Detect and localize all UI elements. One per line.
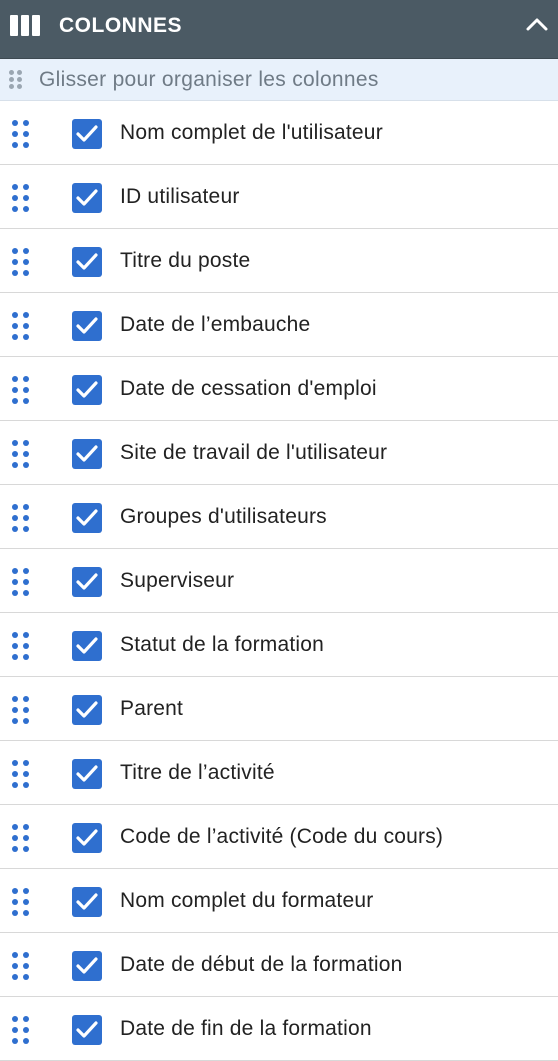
column-checkbox[interactable] — [72, 119, 102, 149]
drag-handle-icon[interactable] — [12, 952, 30, 980]
column-checkbox[interactable] — [72, 439, 102, 469]
checkmark-icon — [76, 509, 98, 526]
panel-header[interactable]: COLONNES — [0, 0, 558, 59]
drag-handle-icon[interactable] — [12, 504, 30, 532]
checkmark-icon — [76, 637, 98, 654]
column-checkbox[interactable] — [72, 247, 102, 277]
column-checkbox[interactable] — [72, 951, 102, 981]
drag-handle-icon[interactable] — [12, 184, 30, 212]
column-checkbox[interactable] — [72, 759, 102, 789]
collapse-button[interactable] — [524, 12, 550, 38]
drag-handle-icon[interactable] — [12, 248, 30, 276]
checkmark-icon — [76, 317, 98, 334]
checkmark-icon — [76, 189, 98, 206]
drag-handle-icon[interactable] — [12, 696, 30, 724]
checkmark-icon — [76, 765, 98, 782]
checkmark-icon — [76, 1021, 98, 1038]
column-item[interactable]: Superviseur — [0, 549, 558, 613]
column-checkbox[interactable] — [72, 183, 102, 213]
column-item[interactable]: Date de cessation d'emploi — [0, 357, 558, 421]
column-checkbox[interactable] — [72, 823, 102, 853]
checkmark-icon — [76, 125, 98, 142]
drag-handle-icon[interactable] — [12, 376, 30, 404]
column-label: Date de fin de la formation — [120, 1017, 372, 1040]
drag-handle-icon[interactable] — [12, 888, 30, 916]
column-label: Date de cessation d'emploi — [120, 377, 377, 400]
column-label: Titre de l’activité — [120, 761, 275, 784]
columns-panel: COLONNES Glisser pour organiser les colo… — [0, 0, 558, 1061]
column-label: Code de l’activité (Code du cours) — [120, 825, 444, 848]
drag-handle-icon[interactable] — [12, 824, 30, 852]
column-item[interactable]: Site de travail de l'utilisateur — [0, 421, 558, 485]
column-item[interactable]: Date de l’embauche — [0, 293, 558, 357]
checkmark-icon — [76, 381, 98, 398]
drag-handle-icon[interactable] — [12, 1016, 30, 1044]
column-label: Date de l’embauche — [120, 313, 311, 336]
column-label: Nom complet de l'utilisateur — [120, 121, 383, 144]
drag-handle-icon[interactable] — [12, 632, 30, 660]
checkmark-icon — [76, 701, 98, 718]
column-item[interactable]: Nom complet du formateur — [0, 869, 558, 933]
column-label: Parent — [120, 697, 184, 720]
column-item[interactable]: Statut de la formation — [0, 613, 558, 677]
column-item[interactable]: Parent — [0, 677, 558, 741]
column-checkbox[interactable] — [72, 631, 102, 661]
column-label: Date de début de la formation — [120, 953, 403, 976]
column-item[interactable]: Nom complet de l'utilisateur — [0, 101, 558, 165]
checkmark-icon — [76, 253, 98, 270]
column-item[interactable]: Date de début de la formation — [0, 933, 558, 997]
column-item[interactable]: Date de fin de la formation — [0, 997, 558, 1061]
drag-handle-icon[interactable] — [12, 568, 30, 596]
column-label: Titre du poste — [120, 249, 251, 272]
column-item[interactable]: Titre de l’activité — [0, 741, 558, 805]
drag-handle-icon[interactable] — [12, 760, 30, 788]
column-checkbox[interactable] — [72, 503, 102, 533]
column-label: Superviseur — [120, 569, 235, 592]
column-checkbox[interactable] — [72, 695, 102, 725]
chevron-up-icon — [526, 18, 548, 31]
column-item[interactable]: Code de l’activité (Code du cours) — [0, 805, 558, 869]
column-label: Groupes d'utilisateurs — [120, 505, 327, 528]
column-label: Site de travail de l'utilisateur — [120, 441, 388, 464]
column-label: Nom complet du formateur — [120, 889, 374, 912]
column-item[interactable]: Titre du poste — [0, 229, 558, 293]
drag-grip-icon — [9, 70, 23, 90]
column-checkbox[interactable] — [72, 1015, 102, 1045]
column-checkbox[interactable] — [72, 567, 102, 597]
column-checkbox[interactable] — [72, 375, 102, 405]
drag-handle-icon[interactable] — [12, 312, 30, 340]
checkmark-icon — [76, 893, 98, 910]
column-checkbox[interactable] — [72, 887, 102, 917]
checkmark-icon — [76, 829, 98, 846]
column-item[interactable]: Groupes d'utilisateurs — [0, 485, 558, 549]
drag-hint-text: Glisser pour organiser les colonnes — [39, 68, 379, 91]
drag-handle-icon[interactable] — [12, 120, 30, 148]
column-checkbox[interactable] — [72, 311, 102, 341]
column-label: ID utilisateur — [120, 185, 240, 208]
column-item[interactable]: ID utilisateur — [0, 165, 558, 229]
checkmark-icon — [76, 957, 98, 974]
column-list: Nom complet de l'utilisateur ID utilisate… — [0, 101, 558, 1061]
columns-icon — [10, 15, 41, 36]
drag-handle-icon[interactable] — [12, 440, 30, 468]
panel-title: COLONNES — [59, 14, 183, 37]
checkmark-icon — [76, 445, 98, 462]
checkmark-icon — [76, 573, 98, 590]
drag-hint-bar: Glisser pour organiser les colonnes — [0, 59, 558, 101]
column-label: Statut de la formation — [120, 633, 325, 656]
